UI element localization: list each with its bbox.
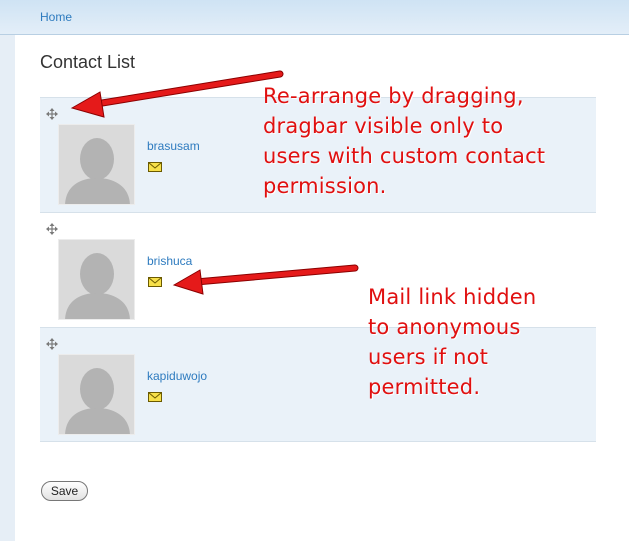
user-silhouette-icon <box>59 125 134 204</box>
mail-icon[interactable] <box>148 274 162 287</box>
breadcrumb-home-link[interactable]: Home <box>40 10 72 24</box>
drag-handle-icon[interactable] <box>46 222 58 235</box>
drag-handle-icon[interactable] <box>46 107 58 120</box>
contact-username-link[interactable]: brasusam <box>147 139 200 153</box>
avatar <box>58 124 135 205</box>
contact-username-link[interactable]: kapiduwojo <box>147 369 207 383</box>
avatar <box>58 354 135 435</box>
drag-handle-icon[interactable] <box>46 337 58 350</box>
user-silhouette-icon <box>59 240 134 319</box>
mail-icon[interactable] <box>148 159 162 172</box>
contact-username-link[interactable]: brishuca <box>147 254 192 268</box>
page-title: Contact List <box>40 52 136 72</box>
avatar <box>58 239 135 320</box>
save-button[interactable]: Save <box>41 481 88 501</box>
mail-icon[interactable] <box>148 389 162 402</box>
top-navigation-bar: Home <box>0 0 629 35</box>
annotation-mail-note: Mail link hidden to anonymous users if n… <box>368 285 537 399</box>
annotation-drag-note: Re-arrange by dragging, dragbar visible … <box>263 84 546 198</box>
user-silhouette-icon <box>59 355 134 434</box>
